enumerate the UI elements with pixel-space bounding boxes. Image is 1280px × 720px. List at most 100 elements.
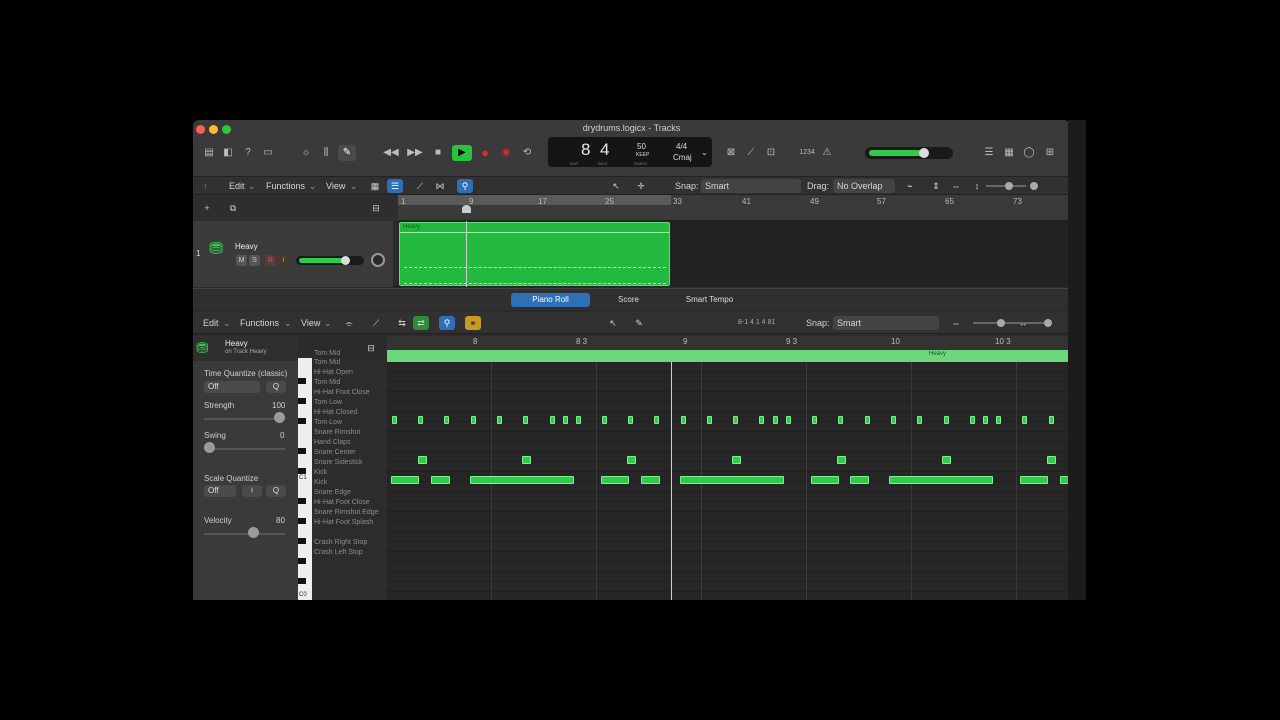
midi-in-icon[interactable]: ⇆ <box>394 316 410 330</box>
strength-slider[interactable] <box>204 418 285 420</box>
library-icon[interactable]: ▤ <box>202 145 216 161</box>
horizontal-zoom-icon[interactable]: ⇔ <box>948 179 964 193</box>
play-button[interactable]: ▶ <box>452 145 472 161</box>
tab-piano-roll[interactable]: Piano Roll <box>511 293 590 307</box>
midi-note[interactable] <box>418 456 427 464</box>
swing-slider[interactable] <box>204 448 285 450</box>
playhead-handle[interactable] <box>462 205 471 213</box>
midi-note[interactable] <box>522 456 531 464</box>
pointer-tool-icon[interactable]: ↖ <box>605 316 621 330</box>
track-volume-slider[interactable] <box>296 256 364 265</box>
track-name[interactable]: Heavy <box>235 242 258 251</box>
piano-zoom-slider[interactable] <box>973 322 1048 324</box>
midi-note[interactable] <box>996 416 1001 424</box>
midi-note[interactable] <box>471 416 476 424</box>
midi-note[interactable] <box>970 416 975 424</box>
strength-knob[interactable] <box>274 412 285 423</box>
midi-note[interactable] <box>641 476 660 484</box>
midi-note[interactable] <box>733 416 738 424</box>
midi-note[interactable] <box>431 476 450 484</box>
midi-note[interactable] <box>680 476 784 484</box>
midi-note[interactable] <box>550 416 555 424</box>
black-key[interactable] <box>298 418 306 424</box>
tab-score[interactable]: Score <box>591 293 666 307</box>
grid-view-icon[interactable]: ▦ <box>367 179 383 193</box>
black-key[interactable] <box>298 558 306 564</box>
drag-select[interactable]: No Overlap <box>833 179 895 193</box>
vertical-zoom-icon[interactable]: ↔ <box>1015 316 1031 330</box>
smart-controls-icon[interactable]: ☼ <box>299 145 313 161</box>
loops-icon[interactable]: ◯ <box>1022 145 1036 161</box>
pencil-tool-icon[interactable]: ✎ <box>631 316 647 330</box>
tracks-ruler[interactable]: 1 9 17 25 33 41 49 57 65 73 <box>398 195 1070 221</box>
midi-note[interactable] <box>418 416 423 424</box>
midi-note[interactable] <box>627 456 636 464</box>
piano-view-menu[interactable]: View <box>301 316 320 330</box>
midi-note[interactable] <box>759 416 764 424</box>
input-monitor-button[interactable]: I <box>278 255 289 266</box>
midi-note[interactable] <box>983 416 988 424</box>
black-key[interactable] <box>298 448 306 454</box>
quantize-button[interactable]: Q <box>266 381 286 393</box>
piano-functions-menu[interactable]: Functions <box>240 316 279 330</box>
lcd-display[interactable]: 8 4 BAR BEAT 50 KEEP TEMPO 4/4 Cmaj ⌄ <box>548 137 712 167</box>
notepad-icon[interactable]: ▦ <box>1002 145 1016 161</box>
midi-note[interactable] <box>470 476 574 484</box>
black-key[interactable] <box>298 498 306 504</box>
solo-icon[interactable]: ⊡ <box>764 145 778 161</box>
midi-note[interactable] <box>812 416 817 424</box>
back-icon[interactable]: ↑ <box>203 179 208 193</box>
lcd-dropdown-icon[interactable]: ⌄ <box>701 148 708 157</box>
pan-knob[interactable] <box>371 253 385 267</box>
count-in[interactable]: 1234 <box>797 145 817 161</box>
master-volume-slider[interactable] <box>865 147 953 159</box>
midi-note[interactable] <box>891 416 896 424</box>
pointer-tool-icon[interactable]: ↖ <box>608 179 624 193</box>
solo-button[interactable]: S <box>249 255 260 266</box>
midi-note[interactable] <box>942 456 951 464</box>
scale-type-icon[interactable]: ♮ <box>242 485 262 497</box>
zoom-slider-knob[interactable] <box>997 319 1005 327</box>
midi-note[interactable] <box>601 476 629 484</box>
rewind-icon[interactable]: ◀◀ <box>383 145 399 161</box>
midi-note[interactable] <box>889 476 993 484</box>
track-row[interactable]: 1 ⛃ Heavy M S R I Heavy <box>193 221 1070 287</box>
midi-note[interactable] <box>1020 476 1048 484</box>
piano-edit-menu[interactable]: Edit <box>203 316 219 330</box>
midi-note[interactable] <box>1022 416 1027 424</box>
add-track-icon[interactable]: + <box>199 201 215 215</box>
midi-note[interactable] <box>391 476 419 484</box>
help-icon[interactable]: ? <box>241 145 255 161</box>
midi-note[interactable] <box>1047 456 1056 464</box>
quantize-icon[interactable]: ⌯ <box>341 316 357 330</box>
midi-note[interactable] <box>773 416 778 424</box>
midi-note[interactable] <box>602 416 607 424</box>
track-header[interactable]: 1 ⛃ Heavy M S R I <box>193 221 393 287</box>
midi-note[interactable] <box>654 416 659 424</box>
master-volume-knob[interactable] <box>919 148 929 158</box>
velocity-slider[interactable] <box>204 533 285 535</box>
browser-icon[interactable]: ⊞ <box>1042 145 1058 161</box>
piano-playhead[interactable] <box>671 362 672 600</box>
midi-note[interactable] <box>628 416 633 424</box>
midi-note[interactable] <box>837 456 846 464</box>
record-enable-button[interactable]: R <box>265 255 276 266</box>
marquee-tool-icon[interactable]: ✛ <box>633 179 649 193</box>
midi-note[interactable] <box>732 456 741 464</box>
metronome-icon[interactable]: ⚠ <box>820 145 834 161</box>
midi-note[interactable] <box>917 416 922 424</box>
time-quantize-select[interactable]: Off <box>204 381 260 393</box>
tracks-functions-menu[interactable]: Functions <box>266 179 305 193</box>
mixer-icon[interactable]: ⫼ <box>319 145 333 161</box>
region-toggle-icon[interactable]: ⊟ <box>363 341 379 355</box>
velocity-knob[interactable] <box>248 527 259 538</box>
inspector-icon[interactable]: ◧ <box>221 145 235 161</box>
midi-note[interactable] <box>392 416 397 424</box>
midi-note[interactable] <box>786 416 791 424</box>
vertical-zoom-icon[interactable]: ⇕ <box>928 179 944 193</box>
black-key[interactable] <box>298 378 306 384</box>
scale-quantize-button[interactable]: Q <box>266 485 286 497</box>
zoom-slider-knob[interactable] <box>1030 182 1038 190</box>
midi-note[interactable] <box>576 416 581 424</box>
waveform-zoom-icon[interactable]: ⌁ <box>902 179 918 193</box>
